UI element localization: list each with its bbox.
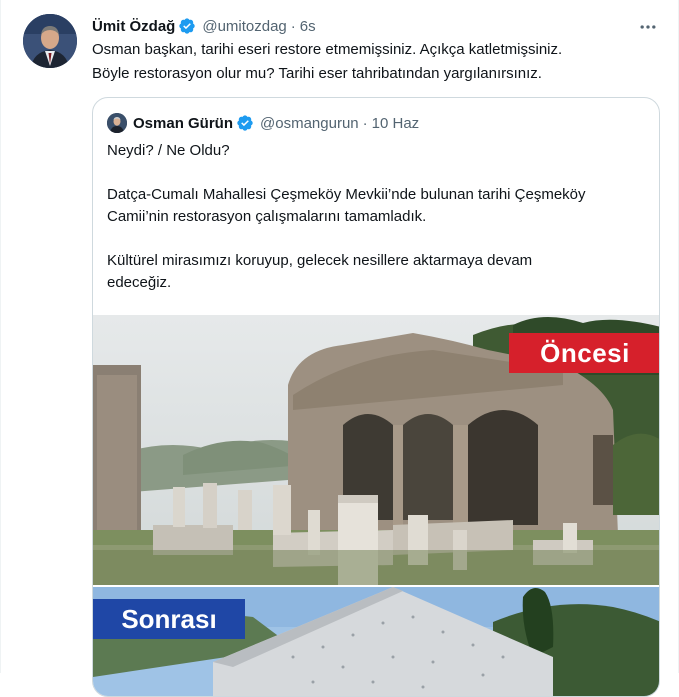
quoted-author-handle[interactable]: @osmangurun [260, 115, 359, 132]
verified-badge-icon [237, 115, 253, 131]
before-label: Öncesi [509, 333, 659, 373]
quoted-tweet-text: Neydi? / Ne Oldu? Datça-Cumalı Mahallesi… [107, 140, 647, 294]
quoted-text-line: edeceğiz. [107, 274, 172, 291]
tweet-text: Osman başkan, tarihi eseri restore etmem… [92, 38, 662, 86]
author-name[interactable]: Ümit Özdağ [92, 18, 175, 35]
after-photo[interactable]: Sonrası [93, 587, 659, 696]
quoted-author-avatar[interactable] [107, 113, 127, 133]
quoted-text-line: Datça-Cumalı Mahallesi Çeşmeköy Mevkii’n… [107, 186, 586, 203]
before-photo[interactable]: Öncesi [93, 315, 659, 585]
quoted-tweet-header: Osman Gürün @osmangurun · 10 Haz [107, 112, 419, 134]
tweet-text-line: Osman başkan, tarihi eseri restore etmem… [92, 41, 563, 58]
quoted-author-avatar-image [107, 113, 127, 133]
more-options-icon[interactable] [638, 17, 658, 37]
tweet[interactable]: Ümit Özdağ @umitozdag · 6s Osman başkan,… [0, 0, 679, 697]
quoted-tweet[interactable]: Osman Gürün @osmangurun · 10 Haz Neydi? … [92, 97, 660, 697]
verified-badge-icon [179, 18, 196, 34]
quoted-tweet-timestamp[interactable]: 10 Haz [372, 115, 420, 132]
author-avatar-image [23, 14, 77, 68]
tweet-timestamp[interactable]: 6s [300, 18, 316, 35]
author-avatar[interactable] [23, 14, 77, 68]
separator-dot: · [290, 17, 296, 35]
quoted-text-line: Neydi? / Ne Oldu? [107, 142, 230, 159]
quoted-author-name[interactable]: Osman Gürün [133, 115, 233, 132]
quoted-text-line: Camii’nin restorasyon çalışmalarını tama… [107, 208, 427, 225]
author-handle[interactable]: @umitozdag [202, 18, 286, 35]
separator-dot: · [362, 114, 368, 132]
tweet-text-line: Böyle restorasyon olur mu? Tarihi eser t… [92, 65, 542, 82]
quoted-text-line: Kültürel mirasımızı koruyup, gelecek nes… [107, 252, 533, 269]
quoted-tweet-media[interactable]: Öncesi Sonrası [93, 315, 659, 696]
after-label: Sonrası [93, 599, 245, 639]
tweet-header: Ümit Özdağ @umitozdag · 6s [92, 15, 658, 37]
